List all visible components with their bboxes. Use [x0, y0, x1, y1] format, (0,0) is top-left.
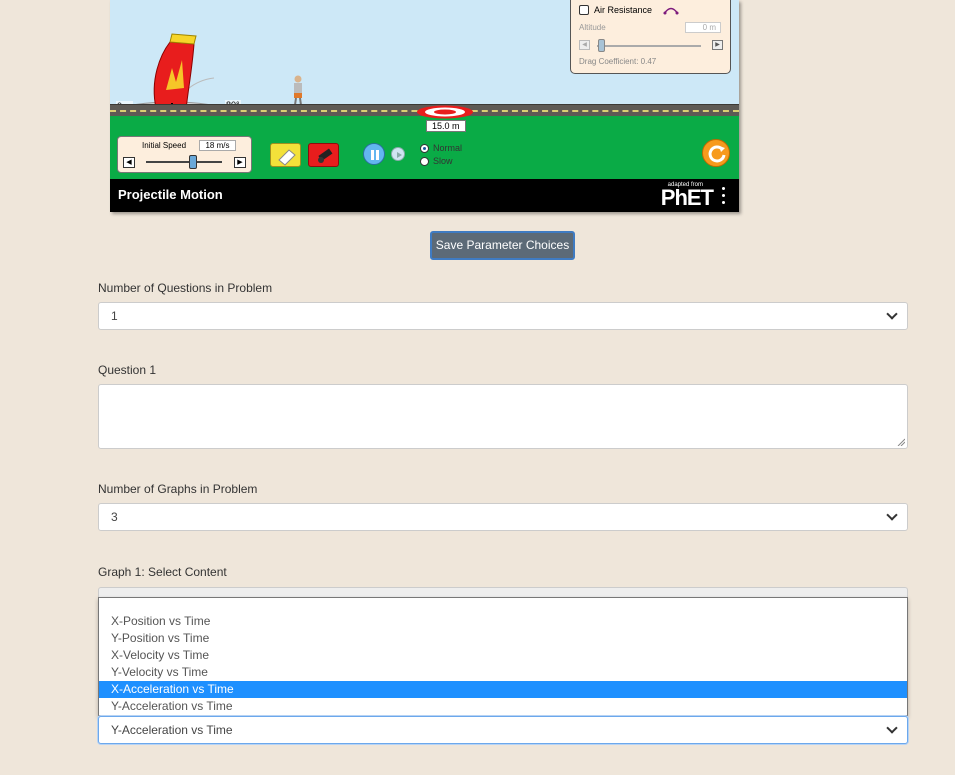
questions-count-value: 1 [111, 309, 118, 323]
sim-title: Projectile Motion [118, 187, 223, 202]
fire-button[interactable] [308, 143, 339, 167]
phet-menu-icon[interactable] [722, 187, 726, 205]
target-distance[interactable]: 15.0 m [426, 120, 466, 132]
air-resistance-panel: Air Resistance Altitude 0 m ◀ ▶ Drag Coe… [570, 0, 731, 74]
sim-navbar: Projectile Motion adapted from PhET [110, 179, 739, 212]
person-icon [294, 75, 302, 105]
resize-grip-icon[interactable] [897, 438, 905, 446]
pause-icon [371, 150, 379, 160]
simulation-frame: 0 m 80° 15.0 m Initial Speed 18 m/s ◀ ▶ [110, 0, 739, 212]
speed-slow-label: Slow [433, 156, 453, 166]
air-resistance-label: Air Resistance [594, 5, 653, 15]
altitude-value[interactable]: 0 m [685, 22, 721, 33]
phet-logo[interactable]: PhET [661, 187, 714, 209]
graphs-count-label: Number of Graphs in Problem [98, 482, 258, 496]
chevron-down-icon [883, 307, 901, 325]
graph-content-select[interactable]: Y-Acceleration vs Time [98, 716, 908, 744]
altitude-increase-button[interactable]: ▶ [712, 40, 723, 50]
graph-content-dropdown[interactable]: X-Position vs Time Y-Position vs Time X-… [98, 597, 908, 716]
chevron-down-icon [883, 721, 901, 739]
graphs-count-value: 3 [111, 510, 118, 524]
question1-textarea[interactable] [98, 384, 908, 449]
step-icon [397, 152, 402, 158]
dropdown-option[interactable]: Y-Position vs Time [99, 630, 907, 647]
altitude-slider-thumb[interactable] [598, 39, 605, 52]
graphs-count-select[interactable]: 3 [98, 503, 908, 531]
chevron-down-icon [883, 508, 901, 526]
save-parameter-choices-button[interactable]: Save Parameter Choices [430, 231, 575, 260]
drag-shape-icon [663, 7, 679, 15]
pause-button[interactable] [363, 143, 385, 165]
initial-speed-value[interactable]: 18 m/s [199, 140, 236, 151]
graph1-content-select[interactable] [98, 587, 908, 597]
speed-slider-track[interactable] [146, 161, 222, 163]
altitude-label: Altitude [579, 23, 606, 32]
speed-slider-thumb[interactable] [189, 155, 197, 169]
initial-speed-panel: Initial Speed 18 m/s ◀ ▶ [117, 136, 252, 173]
reset-icon [708, 145, 726, 163]
step-button[interactable] [391, 147, 405, 161]
speed-normal-radio[interactable] [420, 144, 429, 153]
questions-count-label: Number of Questions in Problem [98, 281, 273, 295]
target-icon[interactable] [416, 105, 474, 119]
altitude-slider-track[interactable] [597, 45, 701, 47]
graph-content-value: Y-Acceleration vs Time [111, 723, 233, 737]
eraser-icon [278, 149, 296, 166]
initial-speed-label: Initial Speed [142, 141, 187, 150]
speed-slow-radio[interactable] [420, 157, 429, 166]
question1-label: Question 1 [98, 363, 157, 377]
reset-button[interactable] [702, 139, 730, 167]
air-resistance-checkbox[interactable] [579, 5, 589, 15]
graph1-content-label: Graph 1: Select Content [98, 565, 227, 579]
dropdown-option[interactable]: X-Velocity vs Time [99, 647, 907, 664]
dropdown-option-highlighted[interactable]: X-Acceleration vs Time [99, 681, 907, 698]
dropdown-option[interactable]: Y-Acceleration vs Time [99, 698, 907, 715]
speed-decrease-button[interactable]: ◀ [123, 157, 135, 168]
speed-increase-button[interactable]: ▶ [234, 157, 246, 168]
fire-cannon-icon [318, 148, 333, 163]
altitude-decrease-button[interactable]: ◀ [579, 40, 590, 50]
questions-count-select[interactable]: 1 [98, 302, 908, 330]
speed-normal-label: Normal [433, 143, 463, 153]
dropdown-option[interactable]: Y-Velocity vs Time [99, 664, 907, 681]
drag-coefficient-label: Drag Coefficient: 0.47 [579, 57, 657, 66]
dropdown-option[interactable]: X-Position vs Time [99, 613, 907, 630]
eraser-button[interactable] [270, 143, 301, 167]
